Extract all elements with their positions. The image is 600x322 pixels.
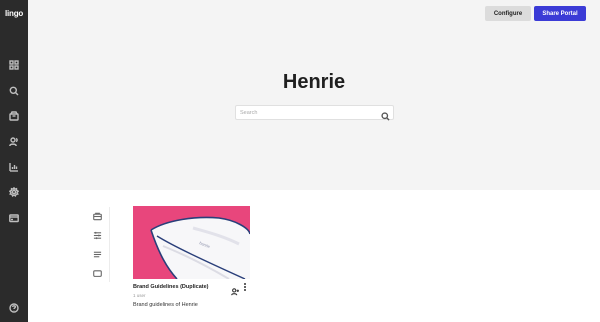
search-icon[interactable]: [381, 108, 390, 121]
more-options-icon[interactable]: [242, 283, 247, 292]
kit-card-user-count: 1 user: [133, 293, 146, 298]
app-root: lingo Configure Share Portal Henrie Sear…: [0, 0, 600, 322]
portal-header: Configure Share Portal Henrie: [28, 0, 600, 190]
portal-title: Henrie: [282, 71, 346, 93]
help-icon[interactable]: [8, 302, 20, 314]
card-icon[interactable]: [8, 212, 20, 224]
kit-card[interactable]: henrie Brand Guidelines (Duplicate) 1 us…: [133, 206, 250, 310]
kit-icon[interactable]: [92, 211, 102, 221]
kit-card-description: Brand guidelines of Henrie: [133, 302, 198, 308]
kit-card-title[interactable]: Brand Guidelines (Duplicate): [133, 284, 208, 290]
share-portal-button[interactable]: Share Portal: [534, 6, 586, 21]
kit-thumbnail[interactable]: henrie: [133, 206, 250, 279]
chart-icon[interactable]: [8, 161, 20, 173]
lingo-logo[interactable]: lingo: [5, 9, 23, 18]
users-icon[interactable]: [8, 136, 20, 148]
main-content: Configure Share Portal Henrie Search hen…: [28, 0, 600, 322]
user-access-icon[interactable]: [231, 283, 239, 296]
card-view-icon[interactable]: [92, 268, 102, 278]
search-input[interactable]: [236, 106, 376, 119]
gear-icon[interactable]: [8, 186, 20, 198]
pillow-image: henrie: [133, 206, 250, 279]
section-filter-column: [83, 207, 110, 282]
list-icon[interactable]: [92, 249, 102, 259]
grid-icon[interactable]: [8, 59, 20, 71]
search-box: [235, 105, 394, 121]
sidebar: lingo: [0, 0, 28, 322]
package-icon[interactable]: [8, 110, 20, 122]
search-icon[interactable]: [8, 85, 20, 97]
sliders-icon[interactable]: [92, 230, 102, 240]
configure-button[interactable]: Configure: [485, 6, 531, 21]
